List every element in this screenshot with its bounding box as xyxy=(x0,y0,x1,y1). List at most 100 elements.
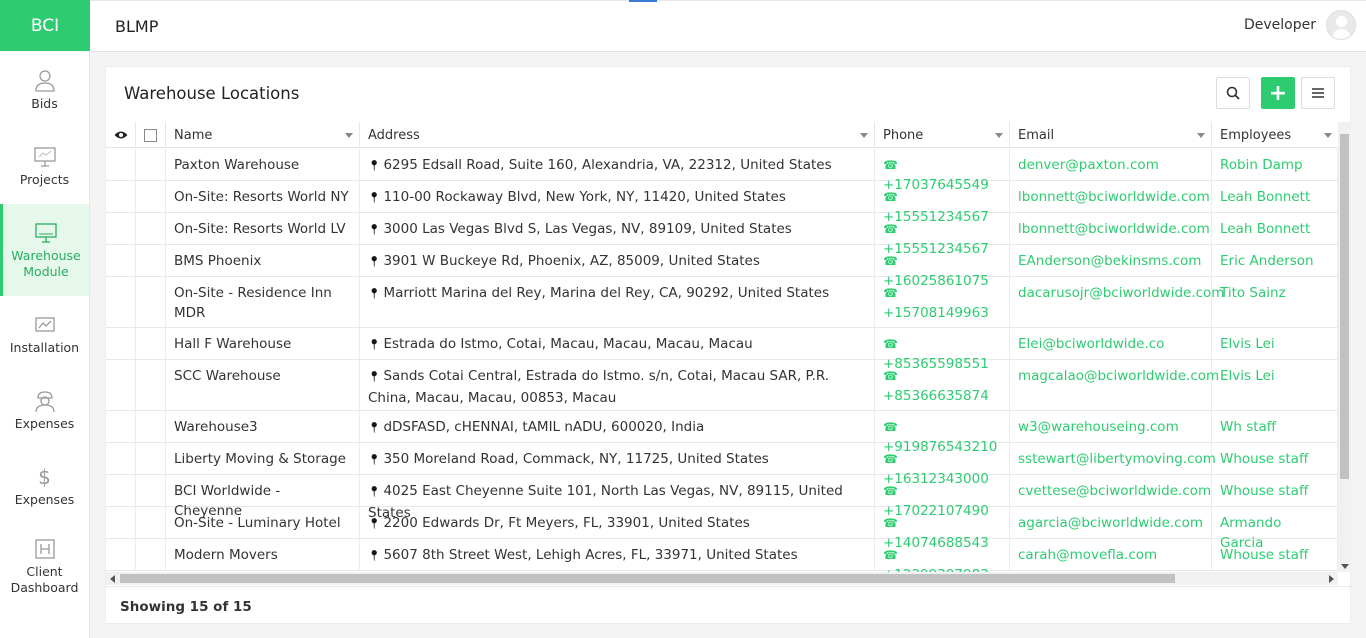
sidebar-item-projects[interactable]: Projects xyxy=(0,128,89,204)
employees-text[interactable]: Whouse staff xyxy=(1220,451,1308,467)
email-link[interactable]: w3@warehouseing.com xyxy=(1018,419,1179,435)
sidebar-item-installation[interactable]: Installation xyxy=(0,296,89,372)
employees-text[interactable]: Leah Bonnett xyxy=(1220,189,1310,205)
brand-logo[interactable]: BCI xyxy=(0,0,90,51)
select-all-checkbox[interactable] xyxy=(144,128,157,142)
map-marker-icon: 📍 xyxy=(368,225,381,236)
email-link[interactable]: agarcia@bciworldwide.com xyxy=(1018,515,1203,531)
column-label: Name xyxy=(174,127,213,143)
column-label: Email xyxy=(1018,127,1055,143)
phone-icon: ☎ xyxy=(883,548,898,562)
scroll-down-arrow[interactable] xyxy=(1341,564,1349,569)
cell-email: magcalao@bciworldwide.com xyxy=(1010,360,1219,410)
chevron-down-icon[interactable] xyxy=(345,133,353,138)
chevron-down-icon[interactable] xyxy=(1197,133,1205,138)
vertical-scrollbar[interactable] xyxy=(1338,122,1351,572)
email-link[interactable]: lbonnett@bciworldwide.com xyxy=(1018,221,1210,237)
email-link[interactable]: carah@movefla.com xyxy=(1018,547,1157,563)
cell-employees: Eric Anderson xyxy=(1212,245,1338,276)
email-link[interactable]: dacarusojr@bciworldwide.com xyxy=(1018,285,1224,301)
sidebar-item-bids[interactable]: Bids xyxy=(0,52,89,128)
chevron-down-icon[interactable] xyxy=(860,133,868,138)
cell-phone: ☎+14074688543 xyxy=(875,507,1010,551)
table-row[interactable]: On-Site - Luminary Hotel 📍 2200 Edwards Dr… xyxy=(106,507,1338,551)
select-all-checkbox-cell[interactable] xyxy=(136,122,166,148)
map-marker-icon: 📍 xyxy=(368,487,381,498)
sidebar-item-label: Warehouse Module xyxy=(11,248,81,279)
menu-button[interactable] xyxy=(1301,77,1335,109)
table-row[interactable]: On-Site: Resorts World NY 📍 110-00 Rockawa… xyxy=(106,181,1338,225)
employees-text[interactable]: Eric Anderson xyxy=(1220,253,1314,269)
row-visibility-cell xyxy=(106,245,136,276)
sidebar-item-warehouse-module[interactable]: Warehouse Module xyxy=(0,204,89,296)
column-header-name[interactable]: Name xyxy=(166,122,360,148)
employees-text[interactable]: Tito Sainz xyxy=(1220,285,1286,301)
column-label: Employees xyxy=(1220,127,1292,143)
address-text: Sands Cotai Central, Estrada do Istmo. s… xyxy=(368,368,830,406)
scroll-left-arrow[interactable] xyxy=(110,575,115,583)
phone-icon: ☎ xyxy=(883,190,898,204)
cell-name: Hall F Warehouse xyxy=(166,328,360,359)
sidebar-item-label: Client Dashboard xyxy=(10,564,79,595)
avatar[interactable] xyxy=(1326,10,1356,40)
employees-text[interactable]: Whouse staff xyxy=(1220,483,1308,499)
scroll-right-arrow[interactable] xyxy=(1329,575,1334,583)
add-location-button[interactable]: + xyxy=(1261,77,1295,109)
table-row[interactable]: Liberty Moving & Storage 📍 350 Moreland Ro… xyxy=(106,443,1338,487)
phone-icon: ☎ xyxy=(883,369,898,383)
address-text: 2200 Edwards Dr, Ft Meyers, FL, 33901, U… xyxy=(383,515,750,531)
email-link[interactable]: lbonnett@bciworldwide.com xyxy=(1018,189,1210,205)
table-row[interactable]: BCI Worldwide - Cheyenne 📍 4025 East Cheye… xyxy=(106,475,1338,521)
email-link[interactable]: sstewart@libertymoving.com xyxy=(1018,451,1216,467)
cell-employees: Leah Bonnett xyxy=(1212,181,1338,212)
email-link[interactable]: denver@paxton.com xyxy=(1018,157,1159,173)
employees-text[interactable]: Wh staff xyxy=(1220,419,1276,435)
column-header-phone[interactable]: Phone xyxy=(875,122,1010,148)
name-text: Modern Movers xyxy=(174,547,278,563)
table-row[interactable]: Warehouse3 📍 dDSFASD, cHENNAI, tAMIL nADU,… xyxy=(106,411,1338,455)
table-row[interactable]: Modern Movers 📍 5607 8th Street West, Lehi… xyxy=(106,539,1338,572)
cell-employees: Whouse staff xyxy=(1212,539,1338,570)
table-row[interactable]: Hall F Warehouse 📍 Estrada do Istmo, Cotai… xyxy=(106,328,1338,372)
column-header-employees[interactable]: Employees xyxy=(1212,122,1338,148)
employees-text[interactable]: Elvis Lei xyxy=(1220,336,1275,352)
table-row[interactable]: On-Site - Residence Inn MDR 📍 Marriott Mar… xyxy=(106,277,1338,328)
cell-address: 📍 dDSFASD, cHENNAI, tAMIL nADU, 600020, I… xyxy=(360,411,875,442)
table-row[interactable]: On-Site: Resorts World LV 📍 3000 Las Vegas… xyxy=(106,213,1338,257)
sidebar-item-client-dashboard[interactable]: Client Dashboard xyxy=(0,524,89,608)
user-menu[interactable]: Developer xyxy=(1244,10,1356,40)
table-row[interactable]: BMS Phoenix 📍 3901 W Buckeye Rd, Phoenix, … xyxy=(106,245,1338,289)
scrollbar-thumb[interactable] xyxy=(120,574,1175,583)
email-link[interactable]: cvettese@bciworldwide.com xyxy=(1018,483,1211,499)
row-visibility-cell xyxy=(106,328,136,359)
search-button[interactable] xyxy=(1216,77,1250,109)
column-header-email[interactable]: Email xyxy=(1010,122,1212,148)
sidebar-item-label: Expenses xyxy=(14,416,75,431)
email-link[interactable]: EAnderson@bekinsms.com xyxy=(1018,253,1201,269)
phone-link[interactable]: +15708149963 xyxy=(883,305,989,321)
dollar-icon: $ xyxy=(38,465,51,489)
sidebar-item-expenses-dollar[interactable]: $ Expenses xyxy=(0,448,89,524)
sidebar-item-expenses[interactable]: Expenses xyxy=(0,372,89,448)
map-marker-icon: 📍 xyxy=(368,372,381,383)
employees-text[interactable]: Robin Damp xyxy=(1220,157,1303,173)
column-header-address[interactable]: Address xyxy=(360,122,875,148)
app-title: BLMP xyxy=(115,17,159,36)
employees-text[interactable]: Whouse staff xyxy=(1220,547,1308,563)
table-row[interactable]: Paxton Warehouse 📍 6295 Edsall Road, Suite… xyxy=(106,149,1338,193)
cell-name: On-Site - Residence Inn MDR xyxy=(166,277,360,327)
scrollbar-thumb[interactable] xyxy=(1340,134,1349,479)
chevron-down-icon[interactable] xyxy=(995,133,1003,138)
table-row[interactable]: SCC Warehouse 📍 Sands Cotai Central, Estra… xyxy=(106,360,1338,411)
phone-link[interactable]: +85366635874 xyxy=(883,388,989,404)
cell-email: EAnderson@bekinsms.com xyxy=(1010,245,1212,276)
visibility-column[interactable] xyxy=(106,122,136,148)
email-link[interactable]: Elei@bciworldwide.co xyxy=(1018,336,1164,352)
horizontal-scrollbar[interactable] xyxy=(106,572,1338,585)
employees-text[interactable]: Leah Bonnett xyxy=(1220,221,1310,237)
address-text: dDSFASD, cHENNAI, tAMIL nADU, 600020, In… xyxy=(383,419,705,435)
email-link[interactable]: magcalao@bciworldwide.com xyxy=(1018,368,1219,384)
employees-text[interactable]: Elvis Lei xyxy=(1220,368,1275,384)
chevron-down-icon[interactable] xyxy=(1324,133,1332,138)
cell-employees: Elvis Lei xyxy=(1212,360,1338,410)
